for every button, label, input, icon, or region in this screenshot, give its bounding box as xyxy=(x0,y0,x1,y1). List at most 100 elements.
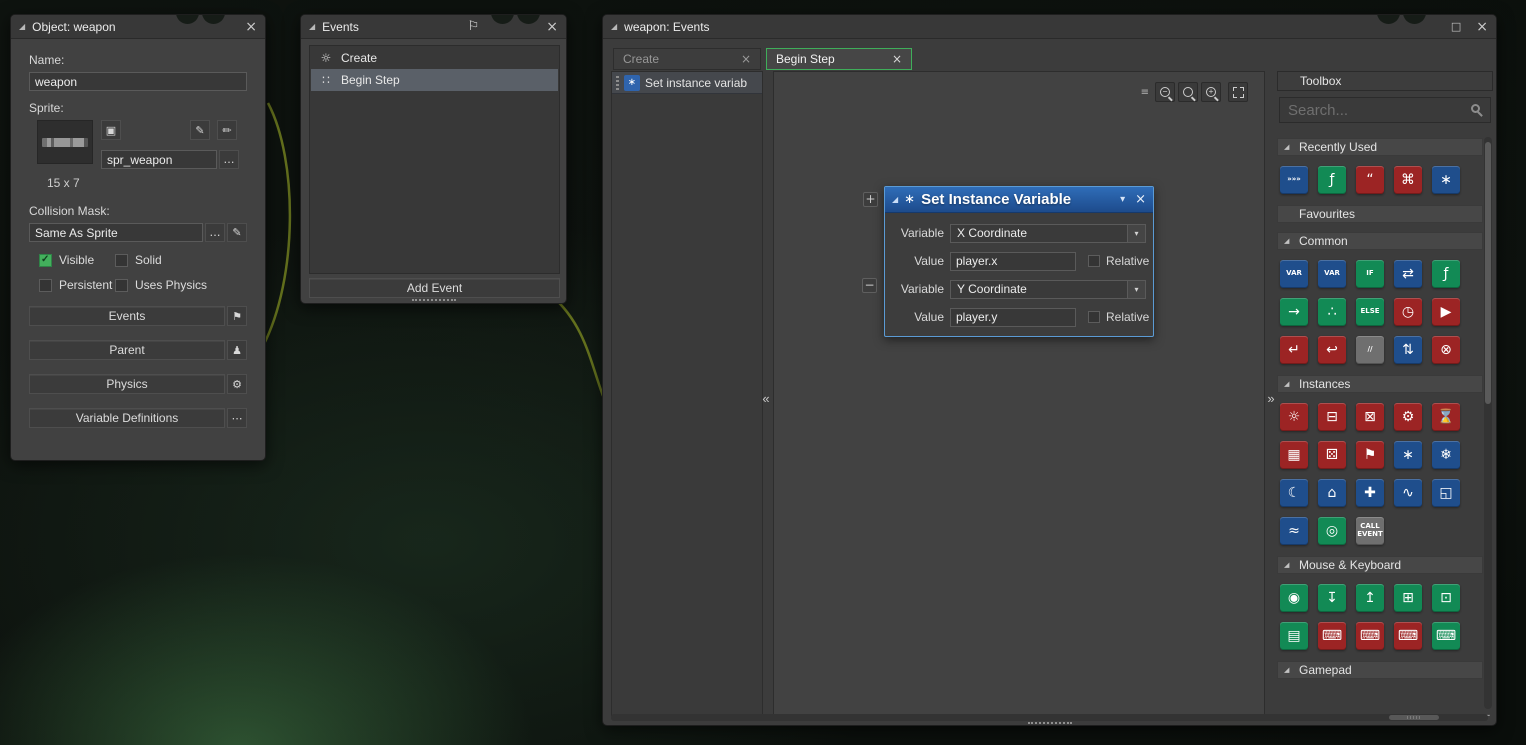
maximize-icon[interactable]: □ xyxy=(1451,21,1461,32)
parent-icon[interactable]: ♟ xyxy=(227,340,247,360)
canvas-menu-icon[interactable]: ≡ xyxy=(1141,87,1149,98)
if-variable-icon[interactable]: IF xyxy=(1356,260,1384,288)
visible-checkbox[interactable] xyxy=(39,253,52,267)
resize-grip[interactable] xyxy=(1027,722,1072,724)
value-input[interactable] xyxy=(950,307,1076,327)
collision-mask-dropdown[interactable]: Same As Sprite xyxy=(29,223,203,242)
collapse-section-icon[interactable]: ◢ xyxy=(1284,380,1293,388)
close-icon[interactable]: × xyxy=(546,20,558,34)
variable-dropdown[interactable]: X Coordinate ▾ xyxy=(950,223,1146,243)
flag-icon[interactable]: ⚑ xyxy=(227,306,247,326)
toolbox-section-gamepad[interactable]: ◢ Gamepad xyxy=(1277,661,1483,679)
call-event-icon[interactable]: CALL EVENT xyxy=(1356,517,1384,545)
add-event-button[interactable]: Add Event xyxy=(309,278,560,298)
fit-view-button[interactable] xyxy=(1228,82,1248,102)
toolbox-header[interactable]: Toolbox xyxy=(1277,71,1493,91)
search-input[interactable] xyxy=(1279,97,1491,123)
sidebar-item-set-instance-variable[interactable]: ∗ Set instance variab xyxy=(612,72,762,94)
moon-icon[interactable]: ☾ xyxy=(1280,479,1308,507)
relative-checkbox[interactable] xyxy=(1088,255,1100,267)
path-icon[interactable]: ∿ xyxy=(1394,479,1422,507)
sprite-more-button[interactable]: … xyxy=(219,150,239,169)
repeat-icon[interactable]: »»» xyxy=(1280,166,1308,194)
collapse-section-icon[interactable]: ◢ xyxy=(1284,237,1293,245)
else-icon[interactable]: ELSE xyxy=(1356,298,1384,326)
uses-physics-checkbox[interactable] xyxy=(115,278,128,292)
collapse-window-icon[interactable]: ◢ xyxy=(611,22,617,31)
drag-handle-icon[interactable] xyxy=(616,75,619,90)
physics-button[interactable]: Physics xyxy=(29,374,225,394)
mouse-up-icon[interactable]: ↥ xyxy=(1356,584,1384,612)
events-window-titlebar[interactable]: ◢ Events ⚐ × xyxy=(301,15,566,39)
assign-variable-icon[interactable]: VAR xyxy=(1280,260,1308,288)
editor-window-titlebar[interactable]: ◢ weapon: Events □ × xyxy=(603,15,1496,39)
collapse-section-icon[interactable]: ◢ xyxy=(1284,666,1293,674)
set-instance-variable-icon[interactable]: ∗ xyxy=(1394,441,1422,469)
set-instance-variable-icon[interactable]: ∗ xyxy=(1432,166,1460,194)
deactivate-instance-icon[interactable]: ▦ xyxy=(1280,441,1308,469)
activate-instance-icon[interactable]: ⚄ xyxy=(1318,441,1346,469)
collapse-section-icon[interactable]: ◢ xyxy=(1284,143,1293,151)
exit-event-icon[interactable]: ↩ xyxy=(1318,336,1346,364)
solid-checkbox[interactable] xyxy=(115,253,128,267)
edit-image-button[interactable]: ✎ xyxy=(190,120,210,140)
zoom-reset-button[interactable] xyxy=(1178,82,1198,102)
toolbox-scrollbar[interactable]: ▾ xyxy=(1484,137,1492,716)
snowflake-icon[interactable]: ❄ xyxy=(1432,441,1460,469)
function-call-icon[interactable]: ƒ xyxy=(1432,260,1460,288)
sprite-preview[interactable] xyxy=(37,120,93,164)
close-icon[interactable]: × xyxy=(245,20,257,34)
resize-grip[interactable] xyxy=(411,299,456,301)
break-icon[interactable]: ⊗ xyxy=(1432,336,1460,364)
set-instance-variable-node[interactable]: ◢ ∗ Set Instance Variable ▾ × Variable X… xyxy=(884,186,1154,337)
collision-edit-button[interactable]: ✎ xyxy=(227,223,247,242)
zoom-in-button[interactable]: + xyxy=(1201,82,1221,102)
close-tab-icon[interactable]: × xyxy=(741,52,751,66)
destroy-at-position-icon[interactable]: ⊠ xyxy=(1356,403,1384,431)
variable-dropdown[interactable]: Y Coordinate ▾ xyxy=(950,279,1146,299)
mouse-button-grid-icon[interactable]: ⊞ xyxy=(1394,584,1422,612)
toolbox-section-mouse-keyboard[interactable]: ◢ Mouse & Keyboard xyxy=(1277,556,1483,574)
collapse-node-icon[interactable]: ◢ xyxy=(892,195,898,204)
execute-script-icon[interactable]: ⌘ xyxy=(1394,166,1422,194)
room-flag-icon[interactable]: ⚑ xyxy=(1356,441,1384,469)
variable-definitions-button[interactable]: Variable Definitions xyxy=(29,408,225,428)
toolbox-section-favourites[interactable]: Favourites xyxy=(1277,205,1483,223)
ellipsis-icon[interactable]: ⋯ xyxy=(227,408,247,428)
resume-icon[interactable]: ▶ xyxy=(1432,298,1460,326)
return-icon[interactable]: ↵ xyxy=(1280,336,1308,364)
object-window-titlebar[interactable]: ◢ Object: weapon × xyxy=(11,15,265,39)
name-input[interactable] xyxy=(29,72,247,91)
mouse-down-icon[interactable]: ↧ xyxy=(1318,584,1346,612)
collapse-panel-right-icon[interactable]: » xyxy=(1265,385,1277,411)
target-icon[interactable]: ◎ xyxy=(1318,517,1346,545)
tab-create[interactable]: Create × xyxy=(613,48,761,70)
sprite-name-input[interactable] xyxy=(101,150,217,169)
create-instance-icon[interactable]: ☼ xyxy=(1280,403,1308,431)
with-icon[interactable]: ∴ xyxy=(1318,298,1346,326)
collapse-window-icon[interactable]: ◢ xyxy=(19,22,25,31)
keyboard-layout-icon[interactable]: ▤ xyxy=(1280,622,1308,650)
close-icon[interactable]: × xyxy=(1476,20,1488,34)
canvas-horizontal-scrollbar[interactable] xyxy=(611,714,1488,721)
new-sprite-button[interactable]: ▣ xyxy=(101,120,121,140)
collapse-section-icon[interactable]: ◢ xyxy=(1284,561,1293,569)
keyboard-clear-icon[interactable]: ⌨ xyxy=(1432,622,1460,650)
ghost-icon[interactable]: ⌂ xyxy=(1318,479,1346,507)
tab-begin-step[interactable]: Begin Step × xyxy=(766,48,912,70)
add-instance-variable-icon[interactable]: ✚ xyxy=(1356,479,1384,507)
chevron-down-icon[interactable]: ▾ xyxy=(1127,223,1146,243)
alarm-icon[interactable]: ◷ xyxy=(1394,298,1422,326)
function-call-icon[interactable]: ƒ xyxy=(1318,166,1346,194)
zoom-out-button[interactable]: − xyxy=(1155,82,1175,102)
close-tab-icon[interactable]: × xyxy=(892,52,902,66)
collision-more-button[interactable]: … xyxy=(205,223,225,242)
keyboard-check-icon[interactable]: ⌨ xyxy=(1318,622,1346,650)
events-button[interactable]: Events xyxy=(29,306,225,326)
keyboard-released-icon[interactable]: ⌨ xyxy=(1394,622,1422,650)
event-item-begin-step[interactable]: ∷ Begin Step xyxy=(311,69,558,91)
comment-icon[interactable]: // xyxy=(1356,336,1384,364)
instance-timer-icon[interactable]: ⌛ xyxy=(1432,403,1460,431)
collapse-window-icon[interactable]: ◢ xyxy=(309,22,315,31)
mouse-cursor-icon[interactable]: ◉ xyxy=(1280,584,1308,612)
